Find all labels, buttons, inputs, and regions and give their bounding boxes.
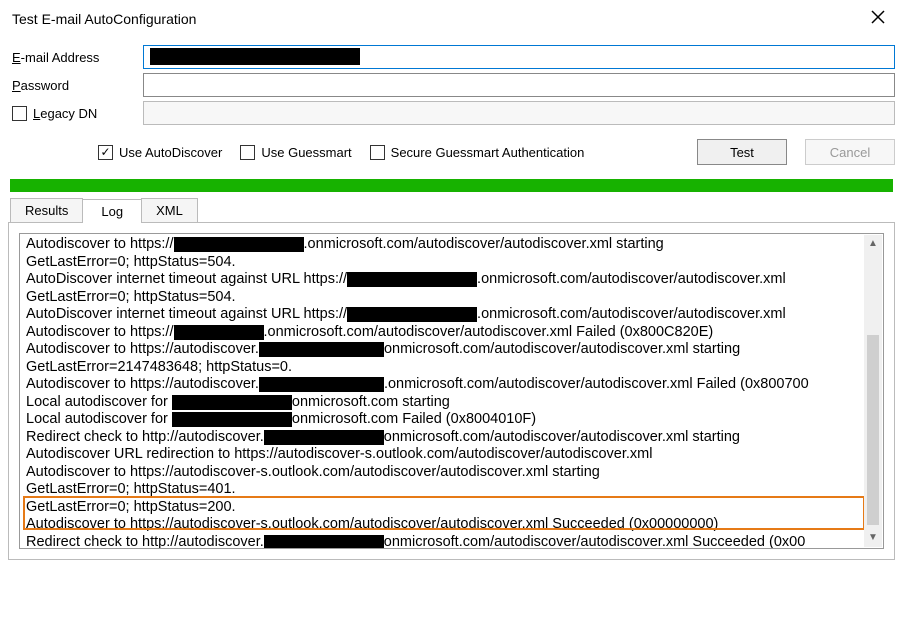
email-label: E-mail Address xyxy=(8,50,143,65)
log-line: AutoDiscover internet timeout against UR… xyxy=(26,271,877,289)
progress-bar xyxy=(10,179,893,192)
password-row: Password xyxy=(8,73,895,97)
log-line: Autodiscover URL redirection to https://… xyxy=(26,446,877,464)
log-line: Local autodiscover for onmicrosoft.com F… xyxy=(26,411,877,429)
log-textarea[interactable]: Autodiscover to https:// .onmicrosoft.co… xyxy=(19,233,884,549)
tab-xml[interactable]: XML xyxy=(141,198,198,222)
tab-panel: Autodiscover to https:// .onmicrosoft.co… xyxy=(8,222,895,560)
test-button[interactable]: Test xyxy=(697,139,787,165)
log-line: Autodiscover to https://autodiscover-s.o… xyxy=(26,464,877,482)
secure-guessmart-checkbox[interactable] xyxy=(370,145,385,160)
log-line: AutoDiscover internet timeout against UR… xyxy=(26,306,877,324)
redacted-segment xyxy=(264,430,384,445)
autodiscover-option[interactable]: Use AutoDiscover xyxy=(98,145,222,160)
log-line: Redirect check to http://autodiscover. o… xyxy=(26,534,877,550)
tab-results[interactable]: Results xyxy=(10,198,83,222)
log-line: Autodiscover to https:// .onmicrosoft.co… xyxy=(26,236,877,254)
log-line: GetLastError=0; httpStatus=504. xyxy=(26,289,877,307)
scroll-up-icon[interactable]: ▲ xyxy=(864,235,882,253)
log-line: Autodiscover to https:// .onmicrosoft.co… xyxy=(26,324,877,342)
guessmart-checkbox[interactable] xyxy=(240,145,255,160)
title-bar: Test E-mail AutoConfiguration xyxy=(8,4,895,41)
redacted-segment xyxy=(347,307,477,322)
vertical-scrollbar[interactable]: ▲ ▼ xyxy=(864,235,882,547)
close-icon[interactable] xyxy=(861,6,895,31)
dialog-title: Test E-mail AutoConfiguration xyxy=(12,11,196,27)
log-line: GetLastError=0; httpStatus=401. xyxy=(26,481,877,499)
log-line: Autodiscover to https://autodiscover. on… xyxy=(26,341,877,359)
tab-log[interactable]: Log xyxy=(82,199,142,223)
scroll-down-icon[interactable]: ▼ xyxy=(864,529,882,547)
email-input[interactable] xyxy=(143,45,895,69)
redacted-segment xyxy=(172,412,292,427)
log-line: GetLastError=0; httpStatus=504. xyxy=(26,254,877,272)
log-line: Redirect check to http://autodiscover. o… xyxy=(26,429,877,447)
log-line: Autodiscover to https://autodiscover-s.o… xyxy=(26,516,877,534)
redacted-segment xyxy=(174,325,264,340)
log-line: GetLastError=2147483648; httpStatus=0. xyxy=(26,359,877,377)
redacted-segment xyxy=(347,272,477,287)
scroll-thumb[interactable] xyxy=(867,335,879,525)
redacted-segment xyxy=(259,377,384,392)
log-line: Autodiscover to https://autodiscover. .o… xyxy=(26,376,877,394)
legacy-input[interactable] xyxy=(143,101,895,125)
legacy-row: Legacy DN xyxy=(8,101,895,125)
legacy-checkbox[interactable] xyxy=(12,106,27,121)
guessmart-option[interactable]: Use Guessmart xyxy=(240,145,351,160)
options-row: Use AutoDiscover Use Guessmart Secure Gu… xyxy=(8,129,895,175)
log-line: GetLastError=0; httpStatus=200. xyxy=(26,499,877,517)
log-line: Local autodiscover for onmicrosoft.com s… xyxy=(26,394,877,412)
autoconfig-dialog: Test E-mail AutoConfiguration E-mail Add… xyxy=(0,0,903,568)
redacted-segment xyxy=(174,237,304,252)
tab-strip: Results Log XML xyxy=(10,198,895,222)
password-input[interactable] xyxy=(143,73,895,97)
redacted-segment xyxy=(172,395,292,410)
email-row: E-mail Address xyxy=(8,45,895,69)
autodiscover-checkbox[interactable] xyxy=(98,145,113,160)
secure-guessmart-option[interactable]: Secure Guessmart Authentication xyxy=(370,145,585,160)
password-label: Password xyxy=(8,78,143,93)
redacted-email xyxy=(150,48,360,65)
redacted-segment xyxy=(259,342,384,357)
redacted-segment xyxy=(264,535,384,550)
legacy-label: Legacy DN xyxy=(8,106,143,121)
cancel-button[interactable]: Cancel xyxy=(805,139,895,165)
